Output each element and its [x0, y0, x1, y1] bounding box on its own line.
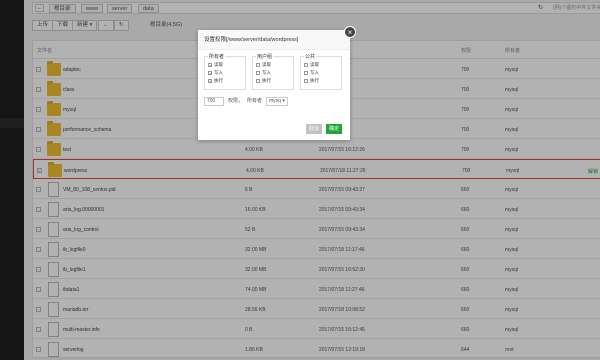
- permission-checkbox[interactable]: ✓ 读取: [208, 62, 223, 68]
- owner-select[interactable]: mysq ▾: [266, 97, 288, 106]
- permission-group: 所有者 ✓ 读取 ✓ 写入 ✓ 执行: [204, 53, 246, 90]
- checkbox-label: 读取: [310, 62, 319, 67]
- group-title: 公共: [304, 53, 317, 60]
- checkbox-label: 执行: [214, 78, 223, 83]
- checkbox-label: 执行: [262, 78, 271, 83]
- cancel-button[interactable]: 取消: [306, 124, 322, 134]
- checkbox-label: 写入: [310, 70, 319, 75]
- permission-checkbox[interactable]: 写入: [304, 70, 319, 76]
- checkbox-label: 读取: [214, 62, 223, 67]
- checkbox-box[interactable]: ✓: [208, 70, 212, 75]
- close-icon[interactable]: ×: [344, 26, 356, 38]
- checkbox-box[interactable]: ✓: [208, 62, 212, 67]
- checkbox-box[interactable]: ✓: [208, 78, 212, 83]
- permission-group: 用户组 读取 写入 执行: [252, 53, 294, 90]
- dialog-title: 设置权限[/www/server/data/wordpress]: [198, 30, 350, 50]
- checkbox-box[interactable]: [256, 70, 260, 75]
- dialog-footer: 取消 确定: [198, 118, 350, 140]
- permission-group: 公共读取写入执行: [300, 53, 342, 90]
- permission-checkbox[interactable]: 读取: [304, 62, 319, 68]
- checkbox-box[interactable]: [304, 78, 308, 83]
- checkbox-box[interactable]: [304, 70, 308, 75]
- permission-checkbox[interactable]: 写入: [256, 70, 271, 76]
- checkbox-box[interactable]: [256, 62, 260, 67]
- checkbox-label: 写入: [214, 70, 223, 75]
- permission-value-input[interactable]: 700: [204, 97, 224, 106]
- checkbox-label: 执行: [310, 78, 319, 83]
- checkbox-label: 读取: [262, 62, 271, 67]
- permission-checkbox[interactable]: ✓ 写入: [208, 70, 223, 76]
- permission-label: 权限，: [228, 98, 244, 104]
- checkbox-box[interactable]: [304, 62, 308, 67]
- permission-checkbox[interactable]: 执行: [304, 78, 319, 84]
- owner-label: 所有者: [247, 98, 263, 104]
- confirm-button[interactable]: 确定: [326, 124, 342, 134]
- checkbox-label: 写入: [262, 70, 271, 75]
- group-title: 用户组: [256, 53, 274, 60]
- group-title: 所有者: [208, 53, 226, 60]
- checkbox-box[interactable]: [256, 78, 260, 83]
- permission-checkbox[interactable]: ✓ 执行: [208, 78, 223, 84]
- permission-dialog: 设置权限[/www/server/data/wordpress] × 所有者 ✓ 读…: [198, 26, 356, 140]
- permission-checkbox[interactable]: 执行: [256, 78, 271, 84]
- permission-checkbox[interactable]: 读取: [256, 62, 271, 68]
